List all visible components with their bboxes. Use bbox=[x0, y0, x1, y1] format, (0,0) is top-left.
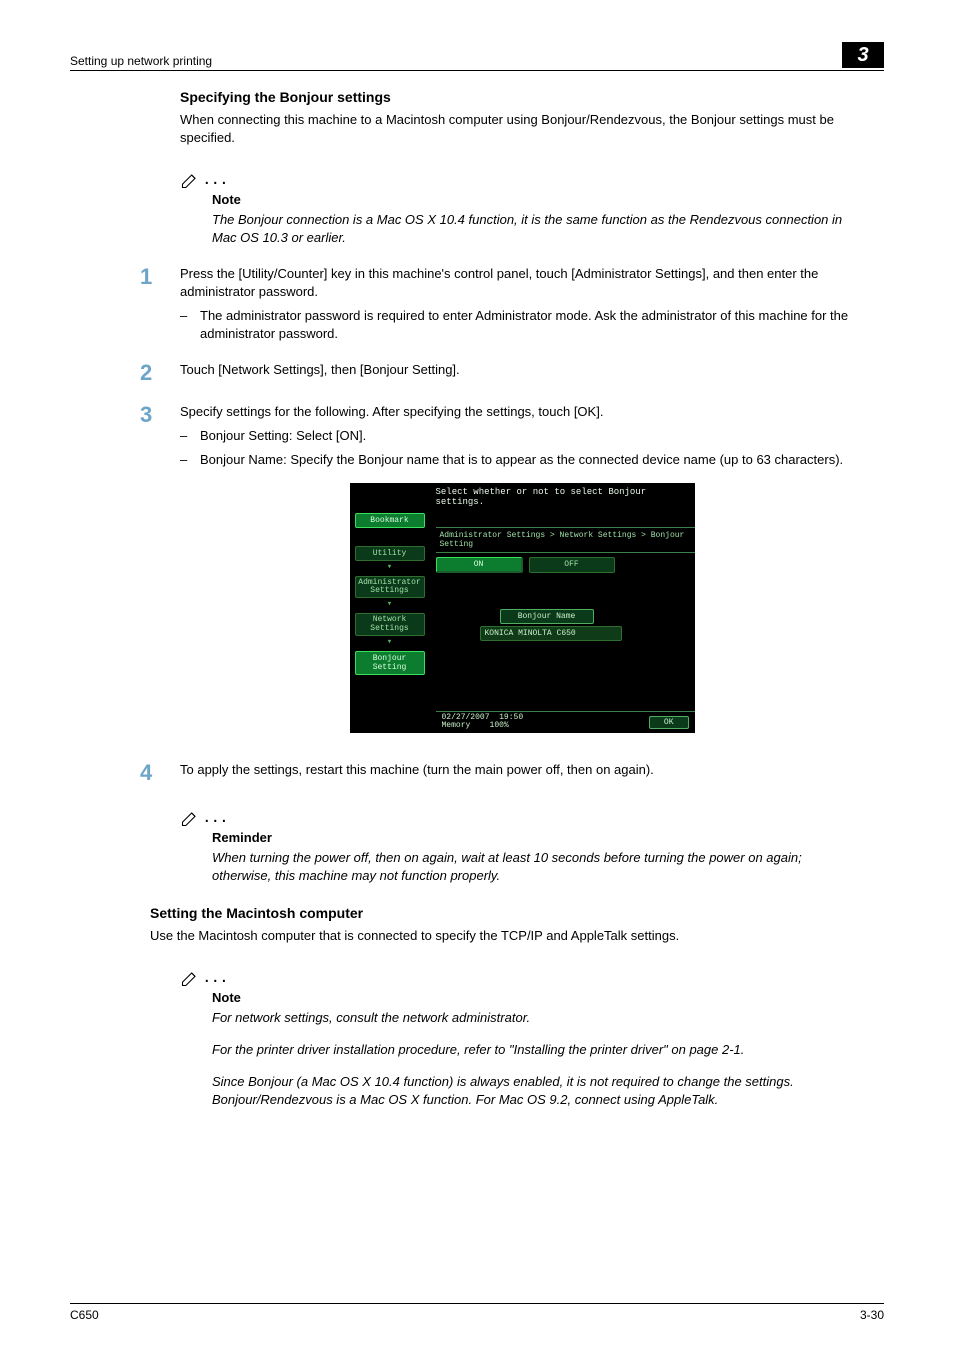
ellipsis-icon: ... bbox=[204, 805, 230, 828]
bookmark-button[interactable]: Bookmark bbox=[355, 513, 425, 528]
on-toggle[interactable]: ON bbox=[436, 557, 523, 573]
note-block: ... bbox=[180, 967, 864, 990]
note-title: Note bbox=[212, 192, 864, 207]
footer-left: C650 bbox=[70, 1308, 99, 1322]
panel-sidebar: Bookmark Utility ▾ Administrator Setting… bbox=[350, 509, 430, 676]
step-sub: –Bonjour Name: Specify the Bonjour name … bbox=[180, 451, 843, 469]
ellipsis-icon: ... bbox=[204, 167, 230, 190]
note-body-3: Since Bonjour (a Mac OS X 10.4 function)… bbox=[212, 1073, 864, 1109]
bonjour-setting-button[interactable]: Bonjour Setting bbox=[355, 651, 425, 675]
network-settings-button[interactable]: Network Settings bbox=[355, 613, 425, 636]
section-title: Specifying the Bonjour settings bbox=[180, 89, 864, 105]
reminder-block: ... bbox=[180, 807, 864, 830]
control-panel-screenshot: Select whether or not to select Bonjour … bbox=[350, 483, 695, 734]
note-body: The Bonjour connection is a Mac OS X 10.… bbox=[212, 211, 864, 247]
pencil-icon bbox=[180, 170, 200, 190]
step-number: 2 bbox=[140, 361, 180, 385]
panel-datetime: 02/27/2007 19:50 Memory 100% bbox=[442, 714, 524, 732]
step-3: 3 Specify settings for the following. Af… bbox=[180, 403, 864, 469]
section-title: Setting the Macintosh computer bbox=[150, 905, 864, 921]
step-number: 4 bbox=[140, 761, 180, 785]
reminder-body: When turning the power off, then on agai… bbox=[212, 849, 864, 885]
step-text: Specify settings for the following. Afte… bbox=[180, 403, 843, 421]
note-block: ... bbox=[180, 169, 864, 192]
down-arrow-icon: ▾ bbox=[350, 637, 430, 647]
step-text: Press the [Utility/Counter] key in this … bbox=[180, 265, 864, 301]
step-text: Touch [Network Settings], then [Bonjour … bbox=[180, 361, 460, 385]
panel-breadcrumb: Administrator Settings > Network Setting… bbox=[436, 527, 695, 553]
admin-settings-button[interactable]: Administrator Settings bbox=[355, 576, 425, 599]
page-header: Setting up network printing 3 bbox=[70, 42, 884, 71]
ok-button[interactable]: OK bbox=[649, 716, 689, 729]
step-sub: –Bonjour Setting: Select [ON]. bbox=[180, 427, 843, 445]
down-arrow-icon: ▾ bbox=[350, 562, 430, 572]
off-toggle[interactable]: OFF bbox=[529, 557, 615, 573]
footer-right: 3-30 bbox=[860, 1308, 884, 1322]
step-4: 4 To apply the settings, restart this ma… bbox=[180, 761, 864, 785]
page-footer: C650 3-30 bbox=[70, 1303, 884, 1322]
pencil-icon bbox=[180, 808, 200, 828]
bonjour-name-value: KONICA MINOLTA C650 bbox=[480, 626, 622, 641]
step-number: 3 bbox=[140, 403, 180, 469]
note-body-1: For network settings, consult the networ… bbox=[212, 1009, 864, 1027]
pencil-icon bbox=[180, 968, 200, 988]
panel-prompt: Select whether or not to select Bonjour … bbox=[350, 483, 695, 509]
utility-button[interactable]: Utility bbox=[355, 546, 425, 561]
step-number: 1 bbox=[140, 265, 180, 343]
note-title: Note bbox=[212, 990, 864, 1005]
reminder-title: Reminder bbox=[212, 830, 864, 845]
note-body-2: For the printer driver installation proc… bbox=[212, 1041, 864, 1059]
section-intro: Use the Macintosh computer that is conne… bbox=[150, 927, 864, 945]
step-2: 2 Touch [Network Settings], then [Bonjou… bbox=[180, 361, 864, 385]
header-title: Setting up network printing bbox=[70, 54, 212, 68]
ellipsis-icon: ... bbox=[204, 965, 230, 988]
down-arrow-icon: ▾ bbox=[350, 599, 430, 609]
step-text: To apply the settings, restart this mach… bbox=[180, 761, 654, 785]
toggle-row: ON OFF bbox=[436, 557, 695, 573]
bonjour-name-label[interactable]: Bonjour Name bbox=[500, 609, 594, 624]
section-intro: When connecting this machine to a Macint… bbox=[180, 111, 864, 147]
step-1: 1 Press the [Utility/Counter] key in thi… bbox=[180, 265, 864, 343]
step-sub: –The administrator password is required … bbox=[180, 307, 864, 343]
chapter-badge: 3 bbox=[842, 42, 884, 68]
